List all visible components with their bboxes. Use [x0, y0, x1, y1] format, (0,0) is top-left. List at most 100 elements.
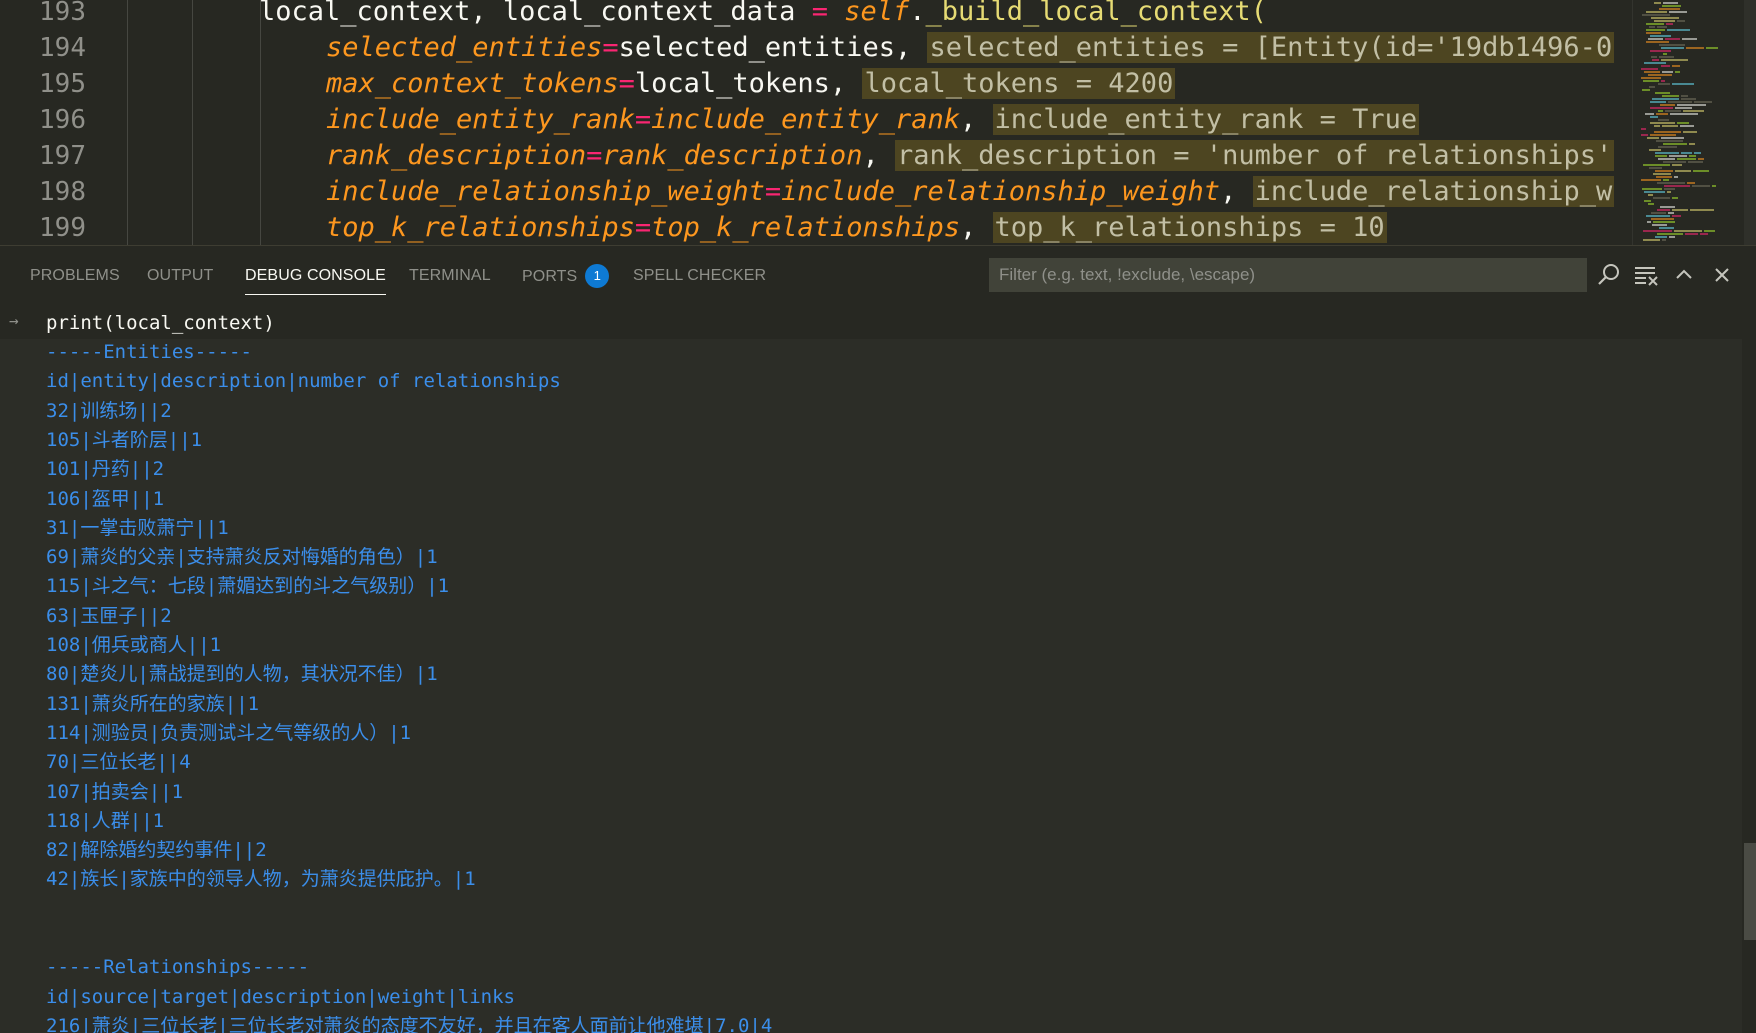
minimap-stroke [1643, 239, 1660, 241]
code-token: include_relationship_weight [781, 176, 1221, 207]
filter-input[interactable] [989, 258, 1587, 292]
minimap-stroke [1651, 218, 1674, 220]
minimap-stroke [1644, 191, 1665, 193]
code-text: local_context, local_context_data = self… [259, 0, 1267, 30]
code-text: selected_entities=selected_entities, sel… [326, 30, 1615, 66]
minimap-stroke [1681, 98, 1696, 100]
tab-ports[interactable]: PORTS 1 [522, 264, 610, 294]
minimap-stroke [1646, 29, 1665, 31]
code-line[interactable]: 197 rank_description=rank_description, ra… [0, 138, 1632, 174]
console-output-line: 105|斗者阶层||1 [46, 428, 203, 451]
console-output-line: 107|拍卖会||1 [46, 780, 184, 803]
code-token: top_k_relationships [326, 212, 635, 243]
tab-output[interactable]: OUTPUT [147, 264, 213, 294]
code-token: selected_entities [326, 32, 603, 63]
code-line[interactable]: 195 max_context_tokens=local_tokens, loca… [0, 66, 1632, 102]
code-line[interactable]: 196 include_entity_rank=include_entity_ra… [0, 102, 1632, 138]
minimap-stroke [1648, 74, 1672, 76]
code-token: local_context, local_context_data [259, 0, 812, 27]
minimap-stroke [1690, 209, 1714, 211]
code-line[interactable]: 193 local_context, local_context_data = s… [0, 0, 1632, 30]
console-scrollbar[interactable] [1742, 306, 1756, 1033]
code-line[interactable]: 194 selected_entities=selected_entities, … [0, 30, 1632, 66]
console-output-line: 80|楚炎儿|萧战提到的人物，其状况不佳）|1 [46, 663, 438, 686]
console-scrollbar-thumb[interactable] [1744, 843, 1756, 940]
line-number: 196 [39, 105, 86, 135]
minimap-stroke [1672, 83, 1694, 85]
clear-console-icon[interactable] [1631, 260, 1661, 290]
code-token: top_k_relationships [651, 212, 960, 243]
close-panel-icon[interactable] [1707, 260, 1737, 290]
code-line[interactable]: 198 include_relationship_weight=include_r… [0, 174, 1632, 210]
minimap-stroke [1693, 170, 1709, 172]
minimap-stroke [1651, 17, 1679, 19]
tab-debug-console[interactable]: DEBUG CONSOLE [245, 264, 386, 295]
minimap-stroke [1661, 80, 1665, 82]
line-number: 195 [39, 69, 86, 99]
debug-console[interactable]: → print(local_context) -----Entities----… [0, 306, 1742, 1033]
console-output-line: 115|斗之气：七段|萧媚达到的斗之气级别）|1 [46, 575, 450, 598]
minimap-stroke [1706, 47, 1718, 49]
minimap-stroke [1653, 197, 1670, 199]
editor-scrollbar[interactable] [1744, 0, 1756, 245]
arrow-right-icon: → [9, 311, 19, 330]
minimap[interactable] [1632, 0, 1745, 245]
console-output-line: 63|玉匣子||2 [46, 604, 172, 627]
minimap-stroke [1674, 230, 1702, 232]
code-editor[interactable]: 193 local_context, local_context_data = s… [0, 0, 1756, 245]
minimap-stroke [1643, 80, 1659, 82]
minimap-stroke [1650, 122, 1675, 124]
minimap-stroke [1662, 95, 1679, 97]
minimap-stroke [1664, 185, 1690, 187]
minimap-stroke [1658, 119, 1669, 121]
console-output-line: 131|萧炎所在的家族||1 [46, 692, 260, 715]
minimap-stroke [1685, 233, 1698, 235]
console-output-line: 114|测验员|负责测试斗之气等级的人）|1 [46, 721, 412, 744]
code-token: , [959, 212, 993, 243]
minimap-stroke [1682, 38, 1697, 40]
line-number: 193 [39, 0, 86, 27]
minimap-stroke [1654, 131, 1681, 133]
minimap-stroke [1657, 233, 1683, 235]
minimap-stroke [1650, 107, 1673, 109]
console-output-line: 42|族长|家族中的领导人物，为萧炎提供庇护。|1 [46, 868, 476, 891]
panel-tabs: PROBLEMS OUTPUT DEBUG CONSOLE TERMINAL P… [0, 246, 1756, 306]
minimap-stroke [1669, 155, 1687, 157]
minimap-stroke [1704, 230, 1715, 232]
code-token: include_entity_rank [651, 104, 960, 135]
minimap-stroke [1662, 125, 1678, 127]
minimap-stroke [1661, 59, 1688, 61]
minimap-stroke [1663, 161, 1686, 163]
minimap-stroke [1668, 101, 1692, 103]
code-token: selected_entities [618, 32, 895, 63]
console-output-line: id|source|target|description|weight|link… [46, 985, 515, 1008]
console-output-line: 32|训练场||2 [46, 399, 172, 422]
minimap-stroke [1656, 113, 1668, 115]
tab-problems[interactable]: PROBLEMS [30, 264, 120, 294]
console-input-echo: → print(local_context) [0, 308, 1742, 338]
console-output-line: 216|萧炎|三位长老|三位长老对萧炎的态度不友好，并且在客人面前让他难堪|7.… [46, 1014, 773, 1033]
maximize-panel-icon[interactable] [1669, 260, 1699, 290]
minimap-stroke [1652, 98, 1679, 100]
minimap-stroke [1700, 233, 1708, 235]
code-token: , [959, 104, 993, 135]
search-icon[interactable] [1594, 260, 1624, 290]
code-token: = [602, 32, 619, 63]
minimap-stroke [1655, 152, 1679, 154]
tab-terminal[interactable]: TERMINAL [409, 264, 491, 294]
console-output: -----Entities----- id|entity|description|… [0, 339, 1742, 1033]
minimap-stroke [1672, 197, 1678, 199]
minimap-stroke [1656, 176, 1672, 178]
minimap-stroke [1692, 185, 1710, 187]
minimap-stroke [1651, 212, 1666, 214]
minimap-stroke [1663, 179, 1669, 181]
minimap-stroke [1653, 173, 1671, 175]
code-line[interactable]: 199 top_k_relationships=top_k_relationshi… [0, 210, 1632, 245]
minimap-stroke [1663, 53, 1667, 55]
minimap-stroke [1643, 230, 1672, 232]
code-token: self [844, 0, 910, 27]
code-token: = [634, 104, 652, 135]
tab-spell-checker[interactable]: SPELL CHECKER [633, 264, 766, 294]
minimap-stroke [1647, 137, 1659, 139]
line-number: 194 [39, 33, 86, 63]
